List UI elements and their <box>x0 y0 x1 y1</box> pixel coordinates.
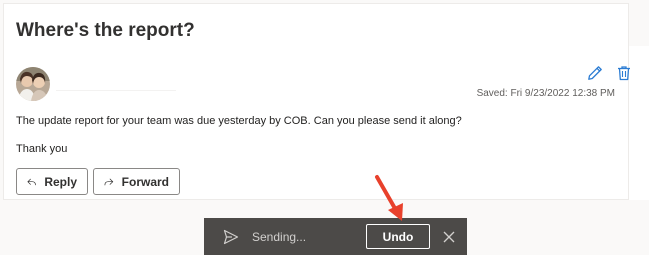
send-icon <box>223 229 239 245</box>
reply-button[interactable]: Reply <box>16 168 88 195</box>
forward-button[interactable]: Forward <box>93 168 180 195</box>
email-reading-pane: Where's the report? Saved: Fri 9/23/2022… <box>3 3 630 200</box>
toast-status: Sending... <box>252 230 307 244</box>
right-panel-background <box>629 0 649 46</box>
annotation-arrow-icon <box>375 175 403 221</box>
undo-button[interactable]: Undo <box>366 224 430 249</box>
email-body: The update report for your team was due … <box>16 115 462 127</box>
close-icon[interactable] <box>442 230 456 244</box>
page: Where's the report? Saved: Fri 9/23/2022… <box>0 0 649 255</box>
avatar-photo <box>16 67 50 101</box>
saved-timestamp: Saved: Fri 9/23/2022 12:38 PM <box>476 88 615 99</box>
sender-name-placeholder <box>56 90 176 91</box>
edit-button[interactable] <box>586 64 604 82</box>
email-signoff: Thank you <box>16 143 68 155</box>
pencil-icon <box>588 66 602 80</box>
delete-button[interactable] <box>615 64 633 82</box>
reply-label: Reply <box>44 174 77 189</box>
trash-icon <box>618 66 630 81</box>
forward-arrow-icon <box>104 178 114 185</box>
sending-toast: Sending... Undo <box>204 218 467 255</box>
avatar[interactable] <box>16 67 50 101</box>
forward-label: Forward <box>121 174 169 189</box>
reply-arrow-icon <box>27 178 36 185</box>
email-subject: Where's the report? <box>16 20 195 41</box>
